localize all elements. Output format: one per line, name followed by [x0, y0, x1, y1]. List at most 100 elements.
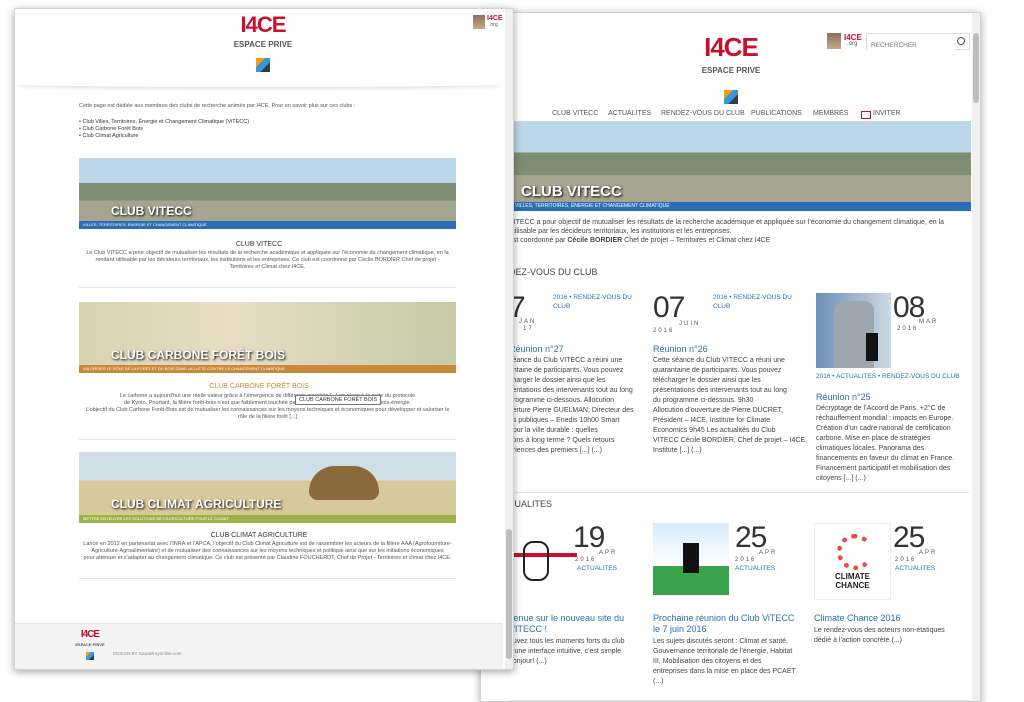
- cube-logo-icon: [256, 58, 270, 72]
- banner-title: CLUB VITECC: [521, 183, 622, 200]
- text-club-vitecc: Le Club VITECC a pour objectif de mutual…: [79, 250, 456, 271]
- front-mini-logo[interactable]: I4CE .org: [473, 15, 507, 31]
- text-line: ouvez tous les moments forts du club: [509, 638, 625, 645]
- text-line: (...): [653, 678, 664, 685]
- text-club-agriculture: Lancé en 2012 en partenariat avec l’INRA…: [79, 541, 456, 562]
- text-line: climatiques locales. Panorama des: [816, 445, 925, 452]
- banner-club-vitecc[interactable]: CLUB VITECC VILLES, TERRITOIRES, ÉNERGIE…: [79, 158, 456, 229]
- actu-text-1: Les sujets discutés seront : Climat et s…: [653, 637, 808, 687]
- nav-publications[interactable]: PUBLICATIONS: [751, 110, 802, 117]
- back-browser-window: I4CE .org I4CE ESPACE PRIVE CLUB VITECC …: [480, 12, 981, 702]
- text-line: III, Mobilisation des citoyens et des: [653, 658, 762, 665]
- banner-band: VILLES, TERRITOIRES, ÉNERGIE ET CHANGEME…: [511, 202, 971, 211]
- header-divider: [15, 81, 503, 87]
- ribbon-cutting-thumb[interactable]: [509, 523, 577, 595]
- climate-chance-thumb[interactable]: CLIMATE CHANCE: [814, 523, 891, 600]
- footer-logo[interactable]: I4CE ESPACE PRIVE: [75, 630, 105, 663]
- rdv-text-2: Décryptage de l’Accord de Paris. +2°C de…: [816, 404, 971, 484]
- text-line: Lancé en 2012 en partenariat avec l’INRA…: [83, 541, 452, 547]
- text-line: télécharger le dossier ainsi que les: [653, 377, 761, 384]
- text-line: rôle de la filière forêt [...]: [238, 414, 297, 420]
- back-scrollbar[interactable]: [972, 13, 980, 701]
- front-scrollbar-thumb[interactable]: [506, 529, 512, 659]
- text-line: séance du Club VITECC a réuni une: [509, 357, 623, 364]
- nav-actualites[interactable]: ACTUALITES: [608, 110, 651, 117]
- search-icon[interactable]: [957, 37, 965, 45]
- text-line: carbone. Mise en place de stratégies: [816, 435, 931, 442]
- text-line: Institute [...] (...): [653, 447, 702, 454]
- text-line: L’objectif du Club Carbone Forêt-Bois es…: [85, 407, 450, 413]
- nav-membres[interactable]: MEMBRES: [813, 110, 848, 117]
- link-club-vitecc[interactable]: • Club Villes, Territoires, Énergie et C…: [79, 119, 249, 126]
- text-line: Création d’un cadre national de certific…: [816, 425, 951, 432]
- text-line: Gouvernance territoriale de l’énergie, H…: [653, 648, 793, 655]
- tooltip: CLUB CARBONE FORÊT BOIS: [295, 395, 382, 405]
- text-line: réchauffement mondial : impacts en Europ…: [816, 415, 954, 422]
- mail-icon[interactable]: [861, 111, 871, 119]
- link-club-agriculture[interactable]: • Club Climat Agriculture: [79, 133, 249, 140]
- text-club-carbone: Le carbone a aujourd’hui une réelle vale…: [79, 393, 456, 421]
- text-line: charger le dossier ainsi que les: [509, 377, 606, 384]
- text-line: entreprises dans la mise en place des PC…: [653, 668, 796, 675]
- front-logo[interactable]: I4CE ESPACE PRIVE: [233, 14, 293, 75]
- separator: [79, 439, 456, 440]
- text-line: Décryptage de l’Accord de Paris. +2°C de: [816, 405, 946, 412]
- section-title-actu: TUALITES: [509, 499, 553, 509]
- text-line: Président – I4CE, Institute for Climate: [653, 417, 771, 424]
- text-line: verture Pierre GUELMAN, Directeur des: [509, 407, 634, 414]
- rdv-text-0: séance du Club VITECC a réuni une antaine…: [509, 356, 659, 456]
- text-line: sentations des intervenants tout au long: [509, 387, 633, 394]
- separator: [79, 578, 456, 579]
- heading-club-vitecc[interactable]: CLUB VITECC: [15, 241, 503, 248]
- back-scrollbar-thumb[interactable]: [973, 33, 979, 103]
- heading-club-carbone[interactable]: CLUB CARBONE FORÊT BOIS: [15, 383, 503, 390]
- nav-rendez-vous[interactable]: RENDEZ-VOUS DU CLUB: [661, 110, 745, 117]
- separator: [509, 492, 969, 493]
- text-line: présentations des intervenants tout au l…: [653, 387, 787, 394]
- front-scrollbar[interactable]: [505, 9, 513, 669]
- back-intro: VITECC a pour objectif de mutualiser les…: [509, 219, 945, 244]
- front-browser-window: I4CE ESPACE PRIVE I4CE .org Cette page e…: [14, 8, 514, 670]
- actu-text-2: Le rendez-vous des acteurs non-étatiques…: [814, 626, 969, 646]
- back-banner: CLUB VITECC VILLES, TERRITOIRES, ÉNERGIE…: [511, 121, 971, 211]
- separator: [79, 287, 456, 288]
- back-search-box[interactable]: [866, 33, 970, 52]
- text-line: es publiques – Enedis 10h00 Smart: [509, 417, 620, 424]
- text-line: dédié à l’action concrète (...): [814, 637, 902, 644]
- text-line: Territoires et Climat chez I4CE.: [229, 264, 306, 270]
- section-title-rdv: DEZ-VOUS DU CLUB: [509, 267, 598, 277]
- text-line: pour atténuer et s’adapter au changement…: [83, 555, 452, 561]
- avatar: [827, 33, 841, 49]
- back-mini-logo[interactable]: I4CE .org: [827, 33, 867, 49]
- text-line: antaine de participants. Vous pouvez: [509, 367, 624, 374]
- cube-logo-icon: [86, 652, 94, 660]
- footer: I4CE ESPACE PRIVE DESIGN BY Gaudefroyonl…: [15, 623, 503, 669]
- back-logo[interactable]: I4CE ESPACE PRIVE: [691, 34, 771, 107]
- text-line: Agriculture-Agroalimentaire) et de mutua…: [91, 548, 444, 554]
- link-club-carbone[interactable]: • Club Carbone Forêt Bois: [79, 126, 249, 133]
- text-line: bonjour! (...): [509, 658, 547, 665]
- nav-inviter[interactable]: INVITER: [873, 110, 901, 117]
- heading-club-agriculture[interactable]: CLUB CLIMAT AGRICULTURE: [15, 532, 503, 539]
- text-line: Economics 9h45 Les actualités du Club: [653, 427, 776, 434]
- rdv-text-1: Cette séance du Club VITECC a réuni une q…: [653, 356, 808, 456]
- search-input[interactable]: [867, 39, 955, 52]
- nav-club-vitecc[interactable]: CLUB VITECC: [552, 110, 598, 117]
- text-line: Le rendez-vous des acteurs non-étatiques: [814, 627, 945, 634]
- climate-chance-logo-icon: [837, 534, 873, 570]
- banner-club-agriculture[interactable]: CLUB CLIMAT AGRICULTURE METTRE EN ŒUVRE …: [79, 452, 456, 523]
- text-line: ériences des premiers [...] (...): [509, 447, 602, 454]
- green-city-thumb[interactable]: [653, 523, 729, 595]
- text-line: de Kyoto. Pourtant, la filière forêt-boi…: [123, 400, 412, 406]
- text-line: du programme ci-dessous. 9h30: [653, 397, 754, 404]
- text-line: tions à long terme ? Quels retours: [509, 437, 615, 444]
- text-line: financements en faveur du climat en Fran…: [816, 455, 955, 462]
- text-line: Cette séance du Club VITECC a réuni une: [653, 357, 785, 364]
- cooling-tower-thumb[interactable]: [816, 293, 891, 368]
- text-line: Le carbone a aujourd’hui une réelle vale…: [119, 393, 416, 399]
- avatar: [473, 15, 485, 29]
- separator: [509, 700, 969, 701]
- scissors-icon: [523, 541, 549, 581]
- cube-logo-icon: [724, 90, 738, 104]
- banner-club-carbone[interactable]: CLUB CARBONE FORÊT BOIS VALORISER LE RÔL…: [79, 302, 456, 373]
